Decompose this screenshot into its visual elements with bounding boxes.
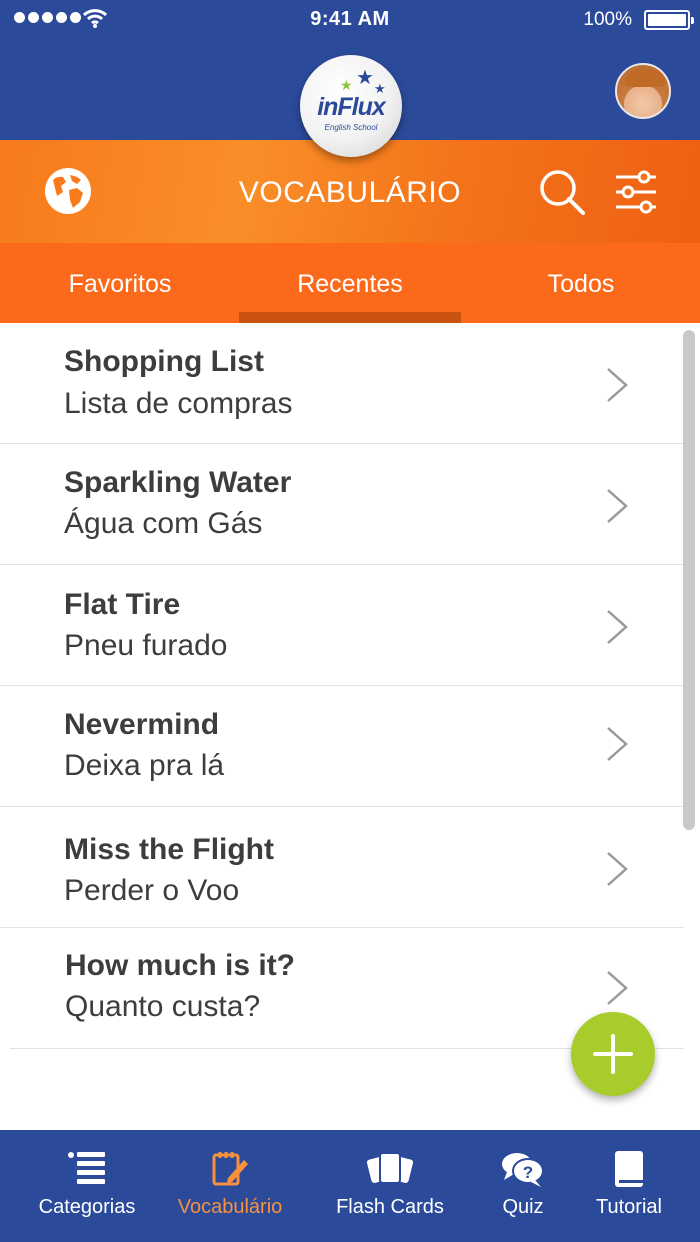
add-button[interactable]	[571, 1012, 655, 1096]
item-translation: Perder o Voo	[64, 874, 240, 907]
list-item[interactable]: Sparkling Water Água com Gás	[0, 444, 684, 565]
item-term: Miss the Flight	[64, 833, 274, 866]
tab-recentes[interactable]: Recentes	[238, 243, 462, 323]
cards-icon	[367, 1152, 413, 1184]
list-icon	[68, 1152, 105, 1184]
battery-icon	[644, 10, 694, 30]
nav-tutorial[interactable]: Tutorial	[584, 1130, 674, 1242]
item-term: How much is it?	[65, 949, 296, 982]
chevron-right-icon	[607, 610, 628, 644]
item-term: Nevermind	[64, 708, 220, 741]
search-icon[interactable]	[538, 168, 586, 216]
item-translation: Água com Gás	[64, 507, 263, 540]
item-term: Shopping List	[64, 345, 264, 378]
item-translation: Pneu furado	[64, 629, 228, 662]
list-item[interactable]: Miss the Flight Perder o Voo	[0, 807, 684, 928]
user-avatar[interactable]	[615, 63, 671, 119]
svg-text:?: ?	[523, 1163, 533, 1182]
tab-todos[interactable]: Todos	[462, 243, 700, 323]
chevron-right-icon	[607, 368, 628, 402]
chevron-right-icon	[607, 852, 628, 886]
item-translation: Deixa pra lá	[64, 749, 225, 782]
item-translation: Quanto custa?	[65, 990, 261, 1023]
nav-label: Vocabulário	[177, 1196, 283, 1218]
nav-label: Quiz	[502, 1196, 544, 1218]
item-term: Sparkling Water	[64, 466, 292, 499]
notepad-pencil-icon	[212, 1152, 248, 1186]
nav-categorias[interactable]: Categorias	[20, 1130, 154, 1242]
nav-label: Categorias	[38, 1196, 136, 1218]
filter-sliders-icon[interactable]	[613, 170, 659, 214]
nav-label: Flash Cards	[336, 1196, 444, 1218]
status-bar: 9:41 AM 100%	[0, 0, 700, 40]
chevron-right-icon	[607, 971, 628, 1005]
list-item[interactable]: Nevermind Deixa pra lá	[0, 686, 684, 807]
chat-question-icon: ?	[502, 1153, 544, 1187]
item-translation: Lista de compras	[64, 387, 293, 420]
nav-vocabulario[interactable]: Vocabulário	[168, 1130, 292, 1242]
nav-flash-cards[interactable]: Flash Cards	[330, 1130, 450, 1242]
tab-bar: Favoritos Recentes Todos	[0, 243, 700, 323]
nav-quiz[interactable]: ? Quiz	[484, 1130, 562, 1242]
battery-percent: 100%	[583, 9, 632, 30]
chevron-right-icon	[607, 727, 628, 761]
active-tab-indicator	[239, 312, 461, 323]
bottom-nav: Categorias Vocabulário Flash Cards ? Qui…	[0, 1130, 700, 1242]
list-item[interactable]: Shopping List Lista de compras	[0, 323, 684, 444]
book-icon	[615, 1151, 643, 1187]
logo-text: inFlux	[317, 93, 386, 121]
logo-star-icon: ★	[356, 67, 374, 89]
chevron-right-icon	[607, 489, 628, 523]
tab-favoritos[interactable]: Favoritos	[0, 243, 240, 323]
item-term: Flat Tire	[64, 588, 181, 621]
page-title: VOCABULÁRIO	[238, 176, 462, 209]
logo-subtext: English School	[324, 123, 378, 132]
scrollbar[interactable]	[683, 330, 695, 830]
app-logo: ★ ★ ★ inFlux English School	[300, 55, 402, 157]
nav-label: Tutorial	[596, 1196, 662, 1218]
list-item[interactable]: Flat Tire Pneu furado	[0, 565, 684, 686]
logo-star-icon: ★	[340, 77, 353, 93]
